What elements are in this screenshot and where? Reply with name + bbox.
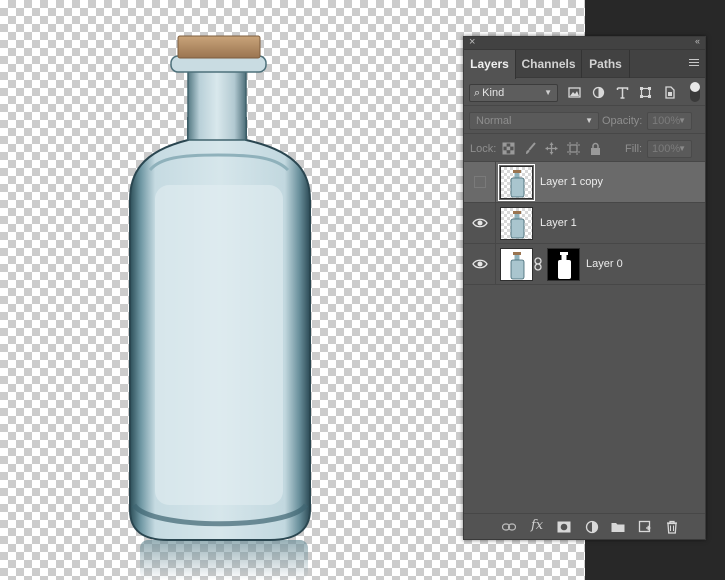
collapse-icon[interactable]: ‹‹ (695, 36, 700, 46)
lock-transparent-icon[interactable] (502, 142, 515, 155)
chevron-down-icon: ▼ (678, 144, 686, 153)
layer-row[interactable]: Layer 1 copy (464, 162, 705, 203)
bottle-thumbnail-icon (510, 211, 525, 239)
eye-icon[interactable] (472, 216, 488, 230)
filter-row: ⌕ Kind ▼ (464, 78, 705, 106)
panel-titlebar[interactable]: × ‹‹ (464, 36, 705, 50)
pixel-filter-icon[interactable] (568, 86, 581, 99)
fill-value: 100% (652, 143, 681, 155)
visibility-divider (495, 244, 496, 285)
lock-position-icon[interactable] (545, 142, 558, 155)
opacity-field[interactable]: 100% ▼ (647, 112, 692, 130)
blend-mode-select[interactable]: Normal ▼ (469, 112, 599, 130)
search-icon: ⌕ (474, 87, 481, 99)
layer-style-icon[interactable]: fx (531, 518, 543, 533)
lock-image-icon[interactable] (524, 142, 537, 155)
visibility-toggle-off[interactable] (474, 176, 486, 188)
chevron-down-icon: ▼ (585, 116, 593, 125)
tab-channels[interactable]: Channels (516, 50, 582, 78)
layers-bottom-toolbar: fx (464, 513, 705, 539)
lock-artboard-icon[interactable] (567, 142, 580, 155)
layers-list: Layer 1 copy Layer 1 Layer 0 (464, 162, 705, 532)
layer-row[interactable]: Layer 0 (464, 244, 705, 285)
fill-label: Fill: (625, 143, 643, 155)
link-chain-icon[interactable] (533, 257, 543, 271)
new-layer-icon[interactable] (638, 520, 652, 534)
filter-toggle-switch[interactable] (690, 82, 700, 102)
opacity-value: 100% (652, 115, 681, 127)
filter-kind-label: Kind (482, 87, 505, 99)
eye-icon[interactable] (472, 257, 488, 271)
shape-filter-icon[interactable] (639, 86, 652, 99)
layer-name: Layer 1 copy (540, 176, 603, 188)
layer-mask-thumbnail[interactable] (547, 248, 580, 281)
delete-layer-icon[interactable] (665, 520, 679, 534)
close-icon[interactable]: × (469, 36, 475, 48)
chevron-down-icon: ▼ (678, 116, 686, 125)
layer-row[interactable]: Layer 1 (464, 203, 705, 244)
adjustment-layer-icon[interactable] (585, 520, 599, 534)
new-group-icon[interactable] (611, 520, 625, 534)
panel-menu-icon[interactable] (689, 59, 699, 68)
blend-row: Normal ▼ Opacity: 100% ▼ (464, 106, 705, 134)
visibility-divider (495, 162, 496, 203)
layer-thumbnail[interactable] (498, 164, 535, 201)
layer-name: Layer 1 (540, 217, 577, 229)
link-layers-icon[interactable] (502, 520, 516, 534)
layer-name: Layer 0 (586, 258, 623, 270)
fill-field[interactable]: 100% ▼ (647, 140, 692, 158)
lock-label: Lock: (470, 143, 497, 155)
tab-layers[interactable]: Layers (464, 50, 516, 79)
type-filter-icon[interactable] (616, 86, 629, 99)
adjustment-filter-icon[interactable] (592, 86, 605, 99)
opacity-label: Opacity: (602, 115, 643, 127)
chevron-down-icon: ▼ (544, 88, 552, 97)
bottle-thumbnail-icon (510, 252, 525, 280)
panel-tabbar: Layers Channels Paths (464, 50, 705, 79)
tab-paths[interactable]: Paths (582, 50, 630, 78)
layers-panel: × ‹‹ Layers Channels Paths ⌕ Kind ▼ Norm… (463, 36, 706, 540)
layer-thumbnail[interactable] (500, 248, 533, 281)
add-mask-icon[interactable] (557, 520, 571, 534)
filter-kind-select[interactable]: ⌕ Kind ▼ (469, 84, 558, 102)
visibility-divider (495, 203, 496, 244)
lock-all-icon[interactable] (589, 142, 602, 155)
bottle-thumbnail-icon (510, 170, 525, 198)
mask-silhouette-icon (558, 252, 571, 279)
blend-mode-value: Normal (476, 115, 512, 127)
smart-object-filter-icon[interactable] (663, 86, 676, 99)
layer-thumbnail[interactable] (500, 207, 533, 240)
lock-row: Lock: Fill: 100% ▼ (464, 134, 705, 162)
